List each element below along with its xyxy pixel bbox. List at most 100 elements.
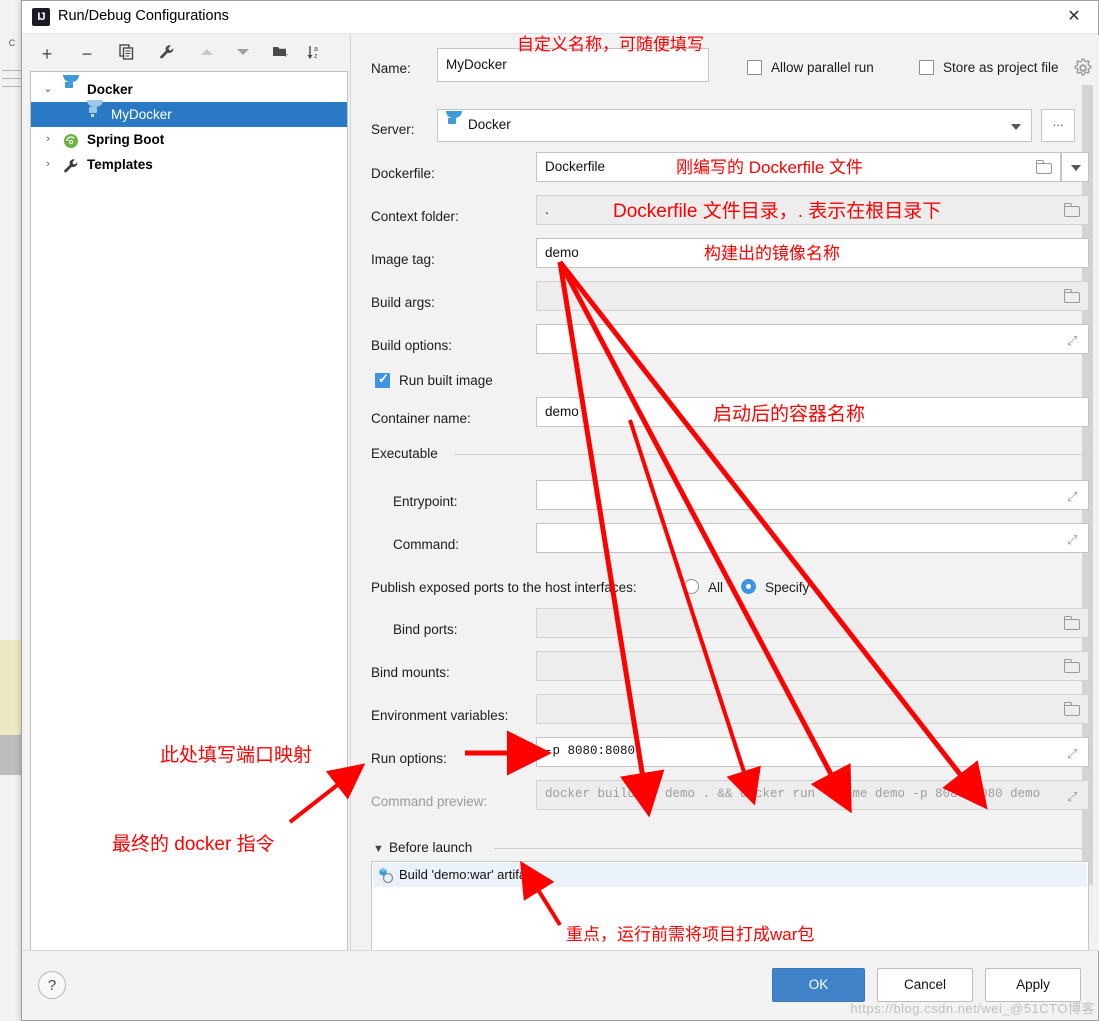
intellij-idea-icon: IJ: [32, 8, 50, 26]
tree-node-label: Spring Boot: [87, 132, 165, 147]
environment-variables-input[interactable]: [536, 694, 1089, 724]
expand-editor-icon[interactable]: ⤢: [1067, 334, 1080, 347]
bind-ports-input[interactable]: [536, 608, 1089, 638]
annotation-runopts-note: 此处填写端口映射: [160, 745, 313, 766]
tree-node-spring-boot[interactable]: › Spring Boot: [31, 127, 347, 152]
run-options-value: -p 8080:8080: [545, 744, 636, 758]
before-launch-item[interactable]: Build 'demo:war' artifact: [373, 863, 1087, 887]
expand-editor-icon[interactable]: ⤢: [1067, 790, 1080, 803]
docker-whale-icon: [63, 75, 79, 98]
command-preview-label: Command preview:: [371, 794, 488, 809]
tree-node-label: Templates: [87, 157, 153, 172]
add-configuration-button[interactable]: +: [34, 41, 60, 67]
name-input-value: MyDocker: [446, 57, 507, 72]
browse-folder-icon[interactable]: [1064, 702, 1081, 716]
context-folder-label: Context folder:: [371, 209, 459, 224]
wrench-icon: [63, 157, 79, 173]
spring-boot-icon: [63, 132, 79, 148]
name-label: Name:: [371, 61, 411, 76]
screen-root: C IJ Run/Debug Configurations ✕ + − + a …: [0, 0, 1099, 1021]
entrypoint-input[interactable]: ⤢: [536, 480, 1089, 510]
dialog-title: Run/Debug Configurations: [58, 8, 229, 24]
before-launch-item-label: Build 'demo:war' artifact: [399, 867, 537, 882]
apply-button[interactable]: Apply: [985, 968, 1081, 1002]
svg-text:+: +: [283, 50, 288, 60]
chevron-down-icon[interactable]: [1071, 165, 1081, 171]
server-browse-button[interactable]: ...: [1041, 109, 1075, 142]
svg-text:a: a: [314, 46, 318, 53]
entrypoint-label: Entrypoint:: [393, 494, 458, 509]
browse-folder-icon[interactable]: [1064, 289, 1081, 303]
close-icon[interactable]: ✕: [1052, 1, 1096, 33]
publish-all-radio[interactable]: [684, 579, 699, 594]
browse-folder-icon[interactable]: [1064, 203, 1081, 217]
command-input[interactable]: ⤢: [536, 523, 1089, 553]
server-label: Server:: [371, 122, 415, 137]
browse-folder-icon[interactable]: [1064, 659, 1081, 673]
tree-node-label: MyDocker: [111, 107, 172, 122]
store-as-project-file-checkbox[interactable]: [919, 60, 934, 75]
chevron-down-icon[interactable]: [1011, 124, 1021, 130]
svg-text:z: z: [314, 53, 318, 60]
gear-icon[interactable]: [1073, 58, 1093, 83]
edit-templates-wrench-icon[interactable]: [154, 41, 180, 67]
run-built-image-checkbox[interactable]: [375, 371, 390, 388]
expand-editor-icon[interactable]: ⤢: [1067, 533, 1080, 546]
new-folder-icon[interactable]: +: [268, 41, 294, 67]
bind-mounts-input[interactable]: [536, 651, 1089, 681]
image-tag-value: demo: [545, 245, 579, 260]
publish-specify-label: Specify: [765, 580, 810, 595]
move-down-button[interactable]: [230, 41, 256, 67]
server-value: Docker: [468, 117, 511, 132]
run-options-input[interactable]: -p 8080:8080 ⤢: [536, 737, 1089, 767]
tree-node-docker[interactable]: ⌄ Docker: [31, 75, 347, 102]
help-button[interactable]: ?: [38, 971, 66, 999]
allow-parallel-run-label: Allow parallel run: [771, 60, 874, 75]
expand-editor-icon[interactable]: ⤢: [1067, 490, 1080, 503]
chevron-down-icon[interactable]: ▼: [373, 843, 384, 855]
chevron-down-icon[interactable]: ⌄: [41, 77, 55, 102]
dockerfile-history-dropdown[interactable]: [1061, 152, 1089, 182]
browse-folder-icon[interactable]: [1036, 160, 1053, 174]
context-folder-value: .: [545, 202, 549, 217]
build-options-label: Build options:: [371, 338, 453, 353]
expand-editor-icon[interactable]: ⤢: [1067, 747, 1080, 760]
remove-configuration-button[interactable]: −: [74, 41, 100, 67]
run-debug-configurations-dialog: IJ Run/Debug Configurations ✕ + − + a z …: [21, 0, 1099, 1021]
section-divider: [454, 454, 1089, 455]
executable-section-label: Executable: [371, 446, 438, 461]
publish-specify-radio[interactable]: [741, 579, 756, 594]
store-as-project-file-label: Store as project file: [943, 60, 1059, 75]
annotation-preview-note: 最终的 docker 指令: [112, 834, 275, 855]
server-dropdown[interactable]: Docker: [437, 109, 1032, 142]
configurations-tree[interactable]: ⌄ Docker MyDocker › Spring Boot › Templa…: [30, 71, 348, 951]
sort-alphabetically-icon[interactable]: az: [302, 41, 328, 67]
chevron-right-icon[interactable]: ›: [41, 127, 55, 152]
run-built-image-label: Run built image: [399, 373, 493, 388]
build-options-input[interactable]: ⤢: [536, 324, 1089, 354]
build-args-input[interactable]: [536, 281, 1089, 311]
bind-mounts-label: Bind mounts:: [371, 665, 450, 680]
publish-ports-label: Publish exposed ports to the host interf…: [371, 580, 637, 595]
annotation-imagetag-note: 构建出的镜像名称: [704, 244, 840, 263]
annotation-dockerfile-note: 刚编写的 Dockerfile 文件: [676, 158, 864, 177]
annotation-name-note: 自定义名称，可随便填写: [517, 35, 704, 54]
docker-whale-icon: [87, 100, 103, 123]
allow-parallel-run-checkbox[interactable]: [747, 60, 762, 75]
container-name-label: Container name:: [371, 411, 471, 426]
tree-node-mydocker[interactable]: MyDocker: [31, 100, 347, 127]
environment-variables-label: Environment variables:: [371, 708, 509, 723]
copy-configuration-button[interactable]: [114, 41, 140, 67]
ok-button[interactable]: OK: [772, 968, 865, 1002]
browse-folder-icon[interactable]: [1064, 616, 1081, 630]
container-name-value: demo: [545, 404, 579, 419]
tree-node-templates[interactable]: › Templates: [31, 152, 347, 177]
command-preview-input: docker build -t demo . && docker run --n…: [536, 780, 1089, 810]
run-options-label: Run options:: [371, 751, 447, 766]
artifact-icon: [378, 867, 394, 884]
cancel-button[interactable]: Cancel: [877, 968, 973, 1002]
chevron-right-icon[interactable]: ›: [41, 152, 55, 177]
publish-all-label: All: [708, 580, 724, 595]
move-up-button[interactable]: [194, 41, 220, 67]
image-tag-label: Image tag:: [371, 252, 435, 267]
